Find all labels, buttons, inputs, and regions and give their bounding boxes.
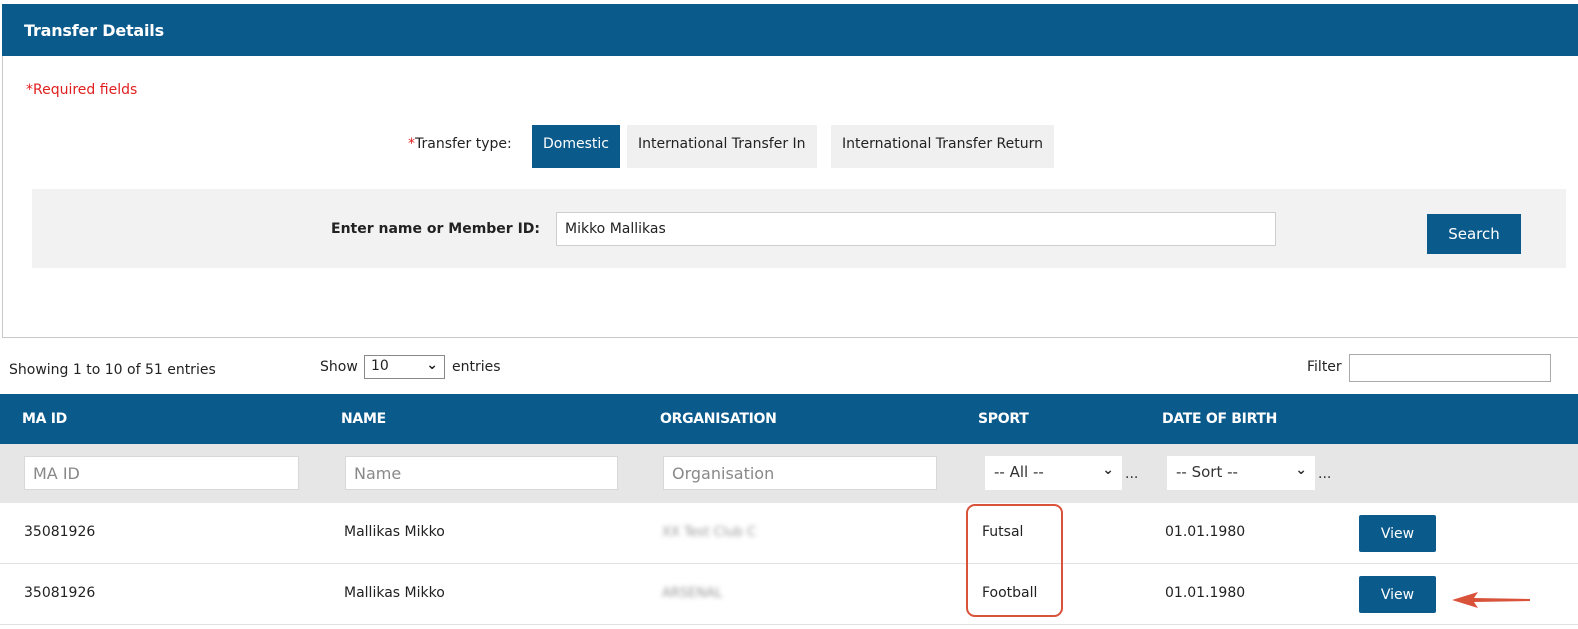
sport-highlight-annotation [966,504,1063,617]
sport-filter-select[interactable]: -- All -- ⌄ [985,456,1122,490]
entries-info: Showing 1 to 10 of 51 entries [9,362,216,378]
arrow-left-icon [1452,592,1530,608]
table-header [0,394,1578,444]
transfer-type-domestic[interactable]: Domestic [532,125,620,168]
page-size-select[interactable]: 10 ⌄ [364,355,445,379]
dob-sort-more[interactable]: ... [1318,466,1331,482]
cell-name: Mallikas Mikko [344,585,445,601]
dob-sort-value: -- Sort -- [1176,463,1238,481]
table-row [0,503,1578,564]
view-button[interactable]: View [1359,515,1436,552]
transfer-type-international-in[interactable]: International Transfer In [627,125,817,168]
chevron-down-icon: ⌄ [426,357,438,373]
cell-name: Mallikas Mikko [344,524,445,540]
organisation-filter-input[interactable]: Organisation [663,456,937,490]
cell-date-of-birth: 01.01.1980 [1165,585,1246,601]
column-header-date-of-birth[interactable]: DATE OF BIRTH [1162,411,1277,427]
name-filter-input[interactable]: Name [345,456,618,490]
filter-label: Filter [1307,359,1342,375]
panel-title: Transfer Details [2,4,1578,56]
transfer-type-international-return[interactable]: International Transfer Return [831,125,1055,168]
transfer-type-label: *Transfer type: [408,136,512,152]
cell-organisation-blurred: XX Test Club C [662,525,757,540]
required-star: * [408,136,415,152]
dob-sort-select[interactable]: -- Sort -- ⌄ [1167,456,1315,490]
cell-organisation-blurred: ARSENAL [662,586,723,601]
column-header-name[interactable]: NAME [341,411,386,427]
entries-label: entries [452,359,501,375]
sport-filter-more[interactable]: ... [1125,466,1138,482]
chevron-down-icon: ⌄ [1102,462,1114,478]
search-input[interactable] [556,212,1276,246]
sport-filter-value: -- All -- [994,463,1044,481]
search-button[interactable]: Search [1427,214,1521,254]
cell-ma-id: 35081926 [24,585,96,601]
cell-date-of-birth: 01.01.1980 [1165,524,1246,540]
table-row [0,564,1578,625]
page-size-value: 10 [371,358,389,374]
required-fields-note: *Required fields [26,82,138,98]
show-label: Show [320,359,358,375]
filter-input[interactable] [1349,354,1551,382]
search-label: Enter name or Member ID: [331,221,541,237]
ma-id-filter-input[interactable]: MA ID [24,456,299,490]
column-header-ma-id[interactable]: MA ID [22,411,67,427]
view-button[interactable]: View [1359,576,1436,613]
column-header-organisation[interactable]: ORGANISATION [660,411,777,427]
cell-ma-id: 35081926 [24,524,96,540]
chevron-down-icon: ⌄ [1295,462,1307,478]
transfer-type-label-text: Transfer type: [415,136,512,152]
column-header-sport[interactable]: SPORT [978,411,1029,427]
